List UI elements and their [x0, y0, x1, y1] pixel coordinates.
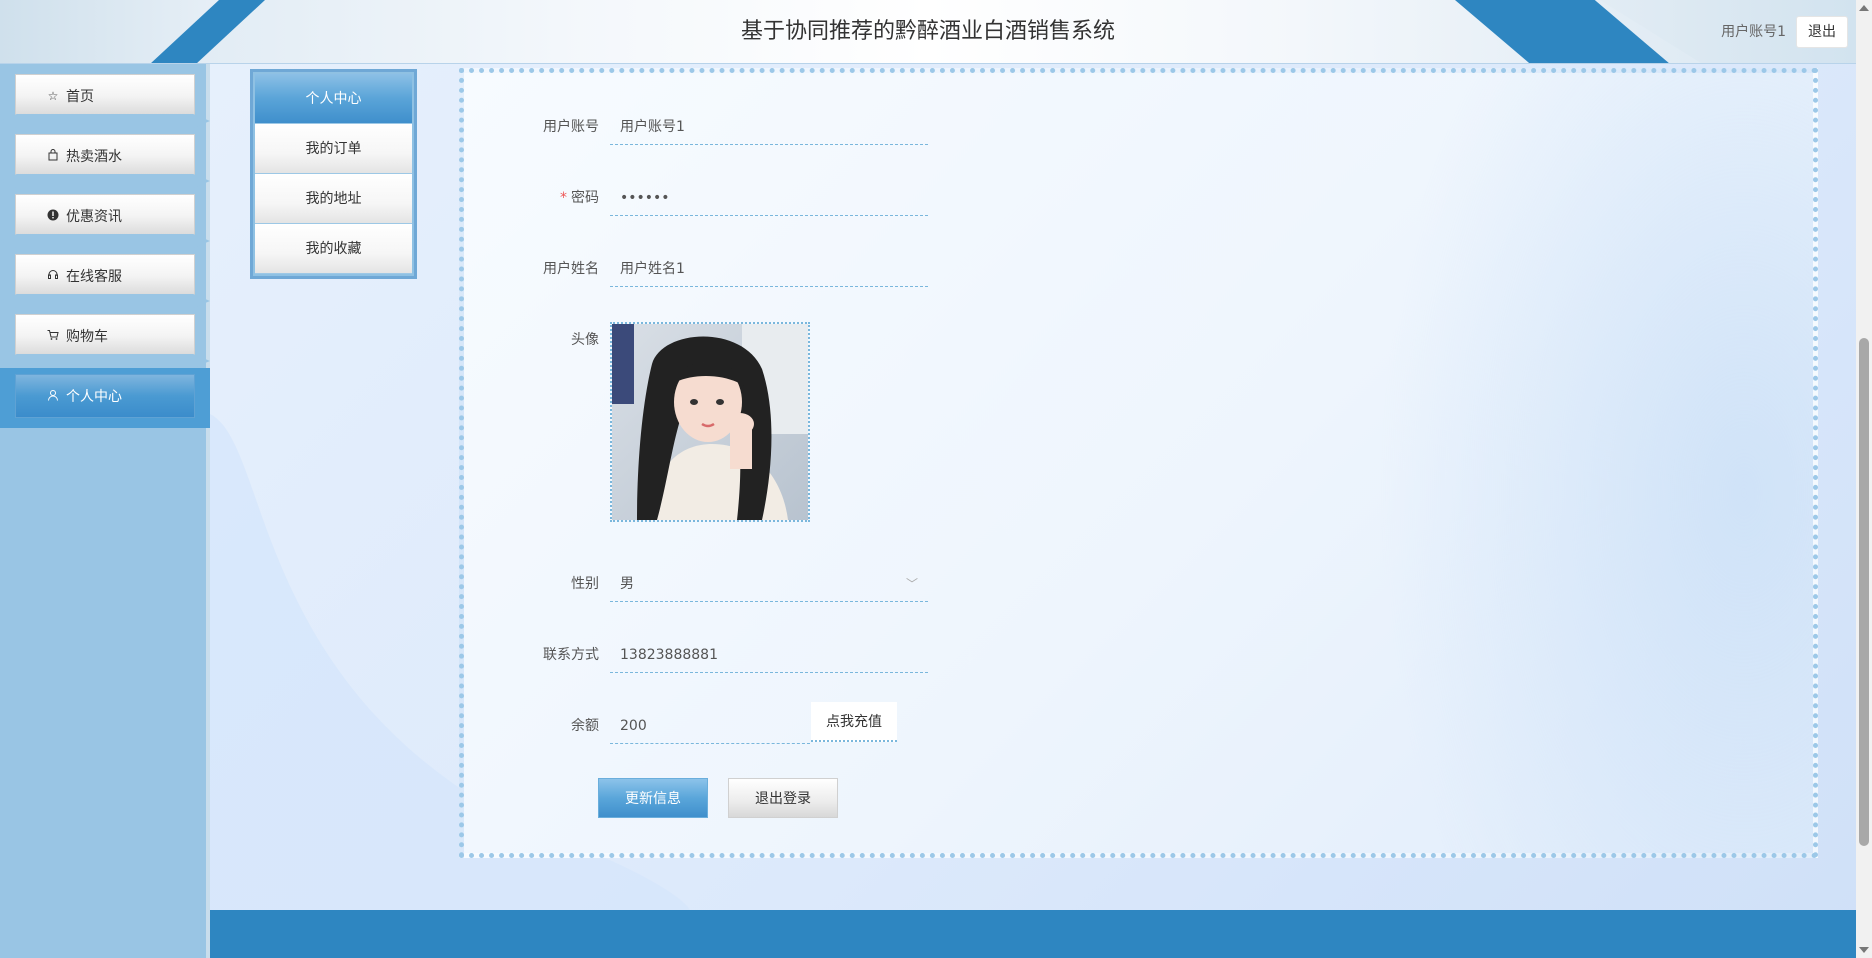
sidebar-item-promotions[interactable]: 优惠资讯 [0, 188, 210, 248]
sidebar-item-cart-button[interactable]: 购物车 [15, 314, 195, 358]
page-scrollbar[interactable] [1856, 0, 1872, 958]
chevron-down-icon: ﹀ [905, 577, 918, 591]
account-label: 用户账号 [543, 119, 599, 135]
sidebar-item-label: 首页 [66, 89, 94, 105]
sidebar-item-label: 热卖酒水 [66, 149, 122, 165]
sidebar-divider [0, 174, 210, 188]
logout-button[interactable]: 退出 [1796, 16, 1848, 48]
password-label: * 密码 [464, 180, 599, 216]
headset-icon [46, 269, 60, 284]
sidebar-divider [0, 294, 210, 308]
phone-label: 联系方式 [543, 647, 599, 663]
cart-icon [46, 329, 60, 344]
submenu-item-my-favorites[interactable]: 我的收藏 [255, 224, 412, 274]
submenu-item-my-orders[interactable]: 我的订单 [255, 124, 412, 174]
balance-field[interactable]: 200 [610, 708, 810, 744]
gender-select[interactable]: 男 ﹀ [610, 566, 928, 602]
shopping-bag-icon [46, 148, 60, 164]
personal-submenu: 个人中心 我的订单 我的地址 我的收藏 [250, 69, 417, 279]
gender-label: 性别 [571, 576, 599, 592]
account-field[interactable]: 用户账号1 [610, 109, 928, 145]
sidebar-item-personal-center-button[interactable]: 个人中心 [15, 374, 195, 418]
user-icon [46, 389, 60, 404]
header: 基于协同推荐的黔醉酒业白酒销售系统 用户账号1 退出 [0, 0, 1856, 64]
footer [210, 910, 1856, 958]
avatar [612, 324, 808, 520]
required-mark: * [560, 190, 567, 206]
profile-form-panel: 用户账号 用户账号1 * 密码 •••••• 用户姓名 用户姓名1 头像 性别 … [459, 68, 1818, 858]
password-field[interactable]: •••••• [610, 180, 928, 216]
avatar-label: 头像 [571, 332, 599, 348]
sidebar-item-label: 在线客服 [66, 269, 122, 285]
gender-value: 男 [620, 576, 634, 592]
sidebar-item-promotions-button[interactable]: 优惠资讯 [15, 194, 195, 238]
logout-account-button[interactable]: 退出登录 [728, 778, 838, 818]
scroll-down-icon[interactable] [1859, 947, 1869, 953]
current-username: 用户账号1 [1721, 24, 1786, 40]
name-field[interactable]: 用户姓名1 [610, 251, 928, 287]
alert-circle-icon [46, 209, 60, 224]
submenu-item-my-address[interactable]: 我的地址 [255, 174, 412, 224]
sidebar-item-cart[interactable]: 购物车 [0, 308, 210, 368]
scrollbar-thumb[interactable] [1859, 338, 1869, 846]
scroll-up-icon[interactable] [1859, 5, 1869, 11]
action-row: 更新信息 退出登录 [464, 778, 864, 822]
password-label-text: 密码 [571, 190, 599, 206]
star-icon: ☆ [47, 89, 59, 103]
update-info-button[interactable]: 更新信息 [598, 778, 708, 818]
avatar-upload[interactable] [610, 322, 810, 522]
sidebar-item-label: 购物车 [66, 329, 108, 345]
sidebar-item-hot-liquor[interactable]: 热卖酒水 [0, 128, 210, 188]
sidebar: ☆ 首页 热卖酒水 优惠资讯 在线客服 购物车 个人中心 [0, 64, 210, 958]
sidebar-item-label: 优惠资讯 [66, 209, 122, 225]
phone-field[interactable]: 13823888881 [610, 637, 928, 673]
sidebar-item-online-service-button[interactable]: 在线客服 [15, 254, 195, 298]
submenu-item-personal-center[interactable]: 个人中心 [255, 74, 412, 124]
site-title: 基于协同推荐的黔醉酒业白酒销售系统 [740, 19, 1115, 44]
sidebar-item-hot-liquor-button[interactable]: 热卖酒水 [15, 134, 195, 178]
sidebar-item-online-service[interactable]: 在线客服 [0, 248, 210, 308]
sidebar-item-label: 个人中心 [66, 389, 122, 405]
sidebar-item-personal-center[interactable]: 个人中心 [0, 368, 210, 428]
sidebar-divider [0, 114, 210, 128]
sidebar-divider [0, 354, 210, 368]
name-label: 用户姓名 [543, 261, 599, 277]
balance-label: 余额 [571, 718, 599, 734]
recharge-button[interactable]: 点我充值 [811, 702, 897, 742]
sidebar-item-home[interactable]: ☆ 首页 [0, 68, 210, 128]
sidebar-divider [0, 234, 210, 248]
sidebar-item-home-button[interactable]: ☆ 首页 [15, 74, 195, 118]
